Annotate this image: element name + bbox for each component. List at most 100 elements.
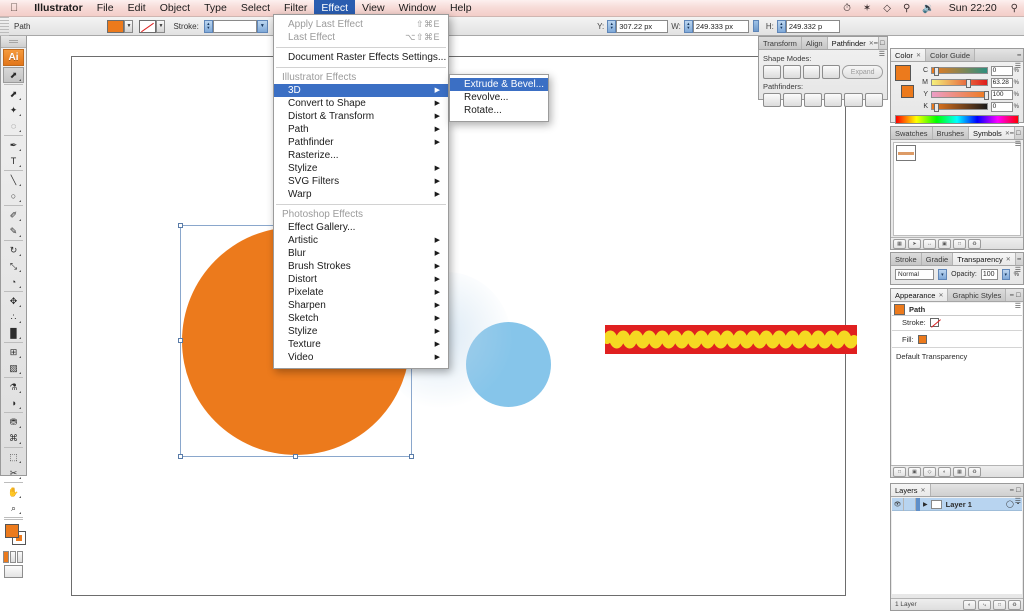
blend-mode-select[interactable]: Normal	[895, 269, 934, 280]
merge-icon[interactable]	[803, 93, 822, 107]
create-sublayer-icon[interactable]: ⤷	[978, 599, 991, 610]
minimize-icon[interactable]: ━	[874, 40, 878, 47]
menu-object[interactable]: Object	[153, 0, 197, 17]
crop-area-tool[interactable]: ⬚	[3, 449, 24, 465]
minimize-icon[interactable]: ━	[1010, 292, 1014, 299]
color-channel-slider[interactable]	[931, 79, 988, 88]
minus-front-icon[interactable]	[782, 65, 801, 79]
menu-item-brush-strokes[interactable]: Brush Strokes ▶	[274, 260, 448, 273]
pencil-tool[interactable]: ✎	[3, 223, 24, 239]
menu-item-pathfinder[interactable]: Pathfinder ▶	[274, 136, 448, 149]
close-icon[interactable]: ✕	[916, 52, 921, 59]
column-graph-tool[interactable]: █	[3, 325, 24, 341]
symbol-item[interactable]	[896, 145, 916, 161]
menu-item-warp[interactable]: Warp ▶	[274, 188, 448, 201]
close-icon[interactable]: ✕	[938, 292, 943, 299]
w-value-field[interactable]: 249.333 px	[692, 19, 749, 33]
free-transform-tool[interactable]: ✥	[3, 293, 24, 309]
color-fill-swatch[interactable]	[895, 65, 911, 81]
fill-swatch-button[interactable]	[107, 19, 125, 33]
w-stepper[interactable]: ▲ ▼	[683, 19, 693, 33]
add-new-fill-icon[interactable]: ▣	[908, 466, 921, 477]
handle-bottom-left[interactable]	[178, 454, 183, 459]
minimize-icon[interactable]: ━	[1017, 256, 1021, 263]
stroke-swatch-button[interactable]	[139, 19, 157, 33]
layer-name[interactable]: Layer 1	[946, 500, 972, 509]
mesh-tool[interactable]: ⊞	[3, 344, 24, 360]
symbol-options-icon[interactable]: ▣	[938, 238, 951, 249]
clear-appearance-icon[interactable]: ◇	[923, 466, 936, 477]
tab-brushes[interactable]: Brushes	[932, 127, 970, 139]
document-canvas[interactable]	[27, 36, 889, 611]
effect-dropdown-menu[interactable]: Apply Last Effect ⇧⌘E Last Effect ⌥⇧⌘E Docum…	[273, 14, 449, 369]
outline-icon[interactable]	[844, 93, 863, 107]
appearance-object-row[interactable]: Path	[892, 303, 1022, 316]
live-paint-bucket-tool[interactable]: ⛃	[3, 414, 24, 430]
type-tool[interactable]: T	[3, 153, 24, 169]
handle-middle-left[interactable]	[178, 338, 183, 343]
blend-tool[interactable]: ◑	[3, 395, 24, 411]
wifi-icon[interactable]: ◇	[877, 3, 897, 14]
stroke-weight-dropdown-icon[interactable]: ▼	[256, 19, 268, 33]
menu-item-convert-to-shape[interactable]: Convert to Shape ▶	[274, 97, 448, 110]
menu-item-3d[interactable]: 3D ▶	[274, 84, 448, 97]
menu-item-texture[interactable]: Texture ▶	[274, 338, 448, 351]
eyedropper-tool[interactable]: ⚗	[3, 379, 24, 395]
direct-selection-tool[interactable]: ⬈	[3, 86, 24, 102]
opacity-value-field[interactable]: 100	[980, 269, 998, 280]
appearance-stroke-swatch[interactable]	[929, 317, 941, 328]
artboard[interactable]	[71, 56, 857, 596]
gradient-tool[interactable]: ▧	[3, 360, 24, 376]
minimize-icon[interactable]: ━	[1010, 487, 1014, 494]
close-panel-icon[interactable]: ☐	[880, 40, 885, 47]
tab-swatches[interactable]: Swatches	[891, 127, 933, 139]
close-icon[interactable]: ✕	[1006, 256, 1011, 263]
layers-panel-controls[interactable]: ━ ☐	[1010, 484, 1021, 497]
symbol-libraries-icon[interactable]: ▦	[893, 238, 906, 249]
apple-menu-icon[interactable]: 	[0, 2, 27, 14]
line-segment-tool[interactable]: ╲	[3, 172, 24, 188]
slider-thumb-icon[interactable]	[933, 103, 939, 112]
appearance-panel-controls[interactable]: ━ ☐	[1010, 289, 1021, 302]
submenu-item-extrude-bevel[interactable]: Extrude & Bevel...	[450, 78, 548, 91]
tab-color-guide[interactable]: Color Guide	[925, 49, 975, 61]
menu-item-distort[interactable]: Distort ▶	[274, 273, 448, 286]
tab-appearance[interactable]: Appearance ✕	[891, 289, 949, 301]
ellipse-tool[interactable]: ○	[3, 188, 24, 204]
paintbrush-tool[interactable]: ✐	[3, 207, 24, 223]
gradient-mode-button[interactable]	[10, 551, 16, 563]
close-icon[interactable]: ✕	[921, 487, 926, 494]
color-channel-value[interactable]: 0	[990, 101, 1013, 112]
close-panel-icon[interactable]: ☐	[1016, 130, 1021, 137]
menubar-clock[interactable]: Sun 22:20	[941, 2, 1005, 14]
menu-item-sharpen[interactable]: Sharpen ▶	[274, 299, 448, 312]
add-new-stroke-icon[interactable]: □	[893, 466, 906, 477]
appearance-fill-row[interactable]: Fill:	[892, 333, 1022, 345]
stroke-weight-field[interactable]	[212, 19, 257, 33]
appearance-fill-swatch[interactable]	[917, 334, 927, 344]
layer-lock-icon[interactable]	[904, 497, 916, 511]
constrain-proportions-icon[interactable]	[752, 20, 759, 32]
transparency-panel-menu-icon[interactable]: ☰	[1015, 266, 1021, 274]
menu-select[interactable]: Select	[234, 0, 277, 17]
minimize-icon[interactable]: ━	[1017, 52, 1021, 59]
color-stroke-swatch[interactable]	[901, 85, 914, 98]
tools-panel-grip[interactable]	[1, 36, 26, 48]
menu-item-rasterize[interactable]: Rasterize...	[274, 149, 448, 162]
none-mode-button[interactable]	[17, 551, 23, 563]
menu-item-pixelate[interactable]: Pixelate ▶	[274, 286, 448, 299]
close-panel-icon[interactable]: ☐	[1016, 487, 1021, 494]
tab-layers[interactable]: Layers ✕	[891, 484, 931, 496]
tab-align[interactable]: Align	[801, 37, 828, 49]
crop-icon[interactable]	[823, 93, 843, 107]
scale-tool[interactable]: ⤡	[3, 258, 24, 274]
tab-gradient[interactable]: Gradie	[921, 253, 954, 265]
menu-file[interactable]: File	[90, 0, 121, 17]
tab-symbols[interactable]: Symbols ✕	[969, 127, 1015, 139]
color-channel-value[interactable]: 100	[990, 89, 1013, 100]
live-paint-selection-tool[interactable]: ⌘	[3, 430, 24, 446]
tab-pathfinder[interactable]: Pathfinder ✕	[827, 37, 879, 49]
reduce-to-basic-icon[interactable]: ◐	[938, 466, 951, 477]
y-value-field[interactable]: 307.22 px	[616, 19, 669, 33]
menu-item-stylize[interactable]: Stylize ▶	[274, 162, 448, 175]
